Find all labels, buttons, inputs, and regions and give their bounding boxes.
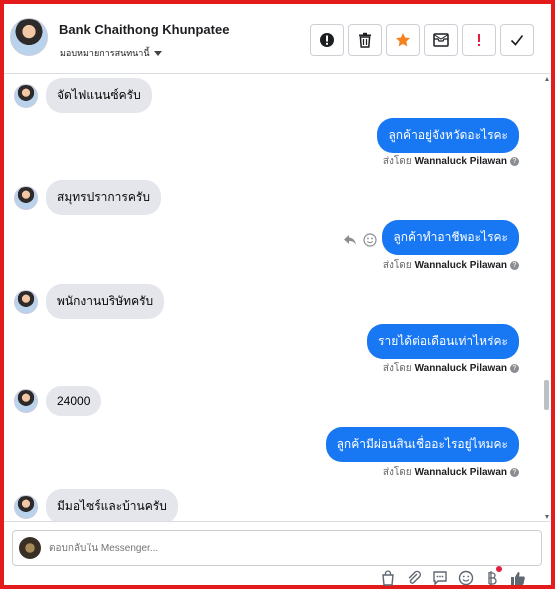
star-button[interactable] <box>386 24 420 56</box>
sender-name[interactable]: Wannaluck Pilawan <box>415 156 507 167</box>
mail-icon <box>433 33 449 47</box>
outgoing-message[interactable]: ลูกค้ามีผ่อนสินเชื่ออะไรอยู่ไหมคะ <box>325 427 519 462</box>
scroll-down-arrow-icon[interactable] <box>545 515 549 519</box>
check-icon <box>510 35 524 46</box>
sent-by-prefix: ส่งโดย <box>382 467 412 478</box>
conversation-header: Bank Chaithong Khunpatee มอบหมายการสนทนา… <box>4 4 550 74</box>
message-composer <box>4 521 550 586</box>
sender-name[interactable]: Wannaluck Pilawan <box>415 260 507 271</box>
info-icon[interactable]: ? <box>510 261 519 270</box>
saved-replies-icon[interactable] <box>432 570 448 586</box>
contact-name[interactable]: Bank Chaithong Khunpatee <box>59 22 229 37</box>
exclamation-icon <box>478 34 480 46</box>
contact-avatar-small[interactable] <box>14 185 38 210</box>
incoming-message-row: มีมอไซร์และบ้านครับ <box>14 489 178 521</box>
mark-done-button[interactable] <box>500 24 534 56</box>
info-icon[interactable]: ? <box>510 364 519 373</box>
assign-label: มอบหมายการสนทนานี้ <box>60 48 150 58</box>
outgoing-message[interactable]: ลูกค้าอยู่จังหวัดอะไรคะ <box>377 118 519 153</box>
contact-avatar-small[interactable] <box>14 289 38 314</box>
sent-by-label: ส่งโดย Wannaluck Pilawan ? <box>383 361 519 376</box>
outgoing-message[interactable]: รายได้ต่อเดือนเท่าไหร่คะ <box>367 324 519 359</box>
follow-up-button[interactable] <box>462 24 496 56</box>
sent-by-label: ส่งโดย Wannaluck Pilawan ? <box>383 258 519 273</box>
info-icon[interactable]: ? <box>510 468 519 477</box>
incoming-message-row: สมุทรปราการครับ <box>14 180 161 215</box>
shopping-bag-icon[interactable] <box>380 570 396 586</box>
sent-by-prefix: ส่งโดย <box>382 363 412 374</box>
incoming-message-row: 24000 <box>14 386 102 416</box>
contact-avatar-small[interactable] <box>14 494 38 519</box>
contact-avatar-small[interactable] <box>14 389 38 413</box>
incoming-message[interactable]: สมุทรปราการครับ <box>46 180 161 215</box>
sender-name[interactable]: Wannaluck Pilawan <box>415 363 507 374</box>
sent-by-prefix: ส่งโดย <box>382 260 412 271</box>
page-avatar <box>19 537 41 559</box>
outgoing-message[interactable]: ลูกค้าทำอาชีพอะไรคะ <box>382 220 519 255</box>
mark-spam-button[interactable] <box>310 24 344 56</box>
alert-circle-icon <box>320 33 334 47</box>
sent-by-prefix: ส่งโดย <box>382 156 412 167</box>
reply-icon[interactable] <box>343 234 357 246</box>
caret-down-icon <box>153 50 162 56</box>
emoji-icon[interactable] <box>458 570 474 586</box>
sent-by-label: ส่งโดย Wannaluck Pilawan ? <box>383 465 519 480</box>
incoming-message[interactable]: 24000 <box>46 386 102 416</box>
incoming-message-row: จัดไฟแนนซ์ครับ <box>14 78 152 113</box>
incoming-message-row: พนักงานบริษัทครับ <box>14 284 165 319</box>
incoming-message[interactable]: พนักงานบริษัทครับ <box>46 284 165 319</box>
reply-input[interactable] <box>49 542 449 554</box>
assign-conversation-dropdown[interactable]: มอบหมายการสนทนานี้ <box>60 46 162 60</box>
message-list[interactable]: จัดไฟแนนซ์ครับ ลูกค้าอยู่จังหวัดอะไรคะ ส… <box>4 75 550 521</box>
incoming-message[interactable]: จัดไฟแนนซ์ครับ <box>46 78 152 113</box>
reply-input-container[interactable] <box>12 530 542 566</box>
emoji-react-icon[interactable] <box>363 233 377 247</box>
delete-button[interactable] <box>348 24 382 56</box>
mark-unread-button[interactable] <box>424 24 458 56</box>
notification-dot <box>496 566 502 572</box>
attachment-icon[interactable] <box>406 570 422 586</box>
contact-avatar[interactable] <box>10 18 48 56</box>
incoming-message[interactable]: มีมอไซร์และบ้านครับ <box>46 489 178 521</box>
conversation-actions <box>310 24 534 56</box>
payment-request-button[interactable] <box>484 566 502 586</box>
baht-icon <box>488 571 497 585</box>
star-icon <box>396 33 410 47</box>
message-scrollbar[interactable] <box>544 75 550 521</box>
scroll-up-arrow-icon[interactable] <box>545 77 549 81</box>
message-hover-actions <box>343 233 377 247</box>
trash-icon <box>359 32 371 48</box>
sent-by-label: ส่งโดย Wannaluck Pilawan ? <box>383 154 519 169</box>
sender-name[interactable]: Wannaluck Pilawan <box>415 467 507 478</box>
contact-avatar-small[interactable] <box>14 83 38 108</box>
scrollbar-thumb[interactable] <box>544 380 549 410</box>
composer-toolbar <box>380 566 526 586</box>
info-icon[interactable]: ? <box>510 157 519 166</box>
thumbs-up-icon[interactable] <box>510 570 526 586</box>
